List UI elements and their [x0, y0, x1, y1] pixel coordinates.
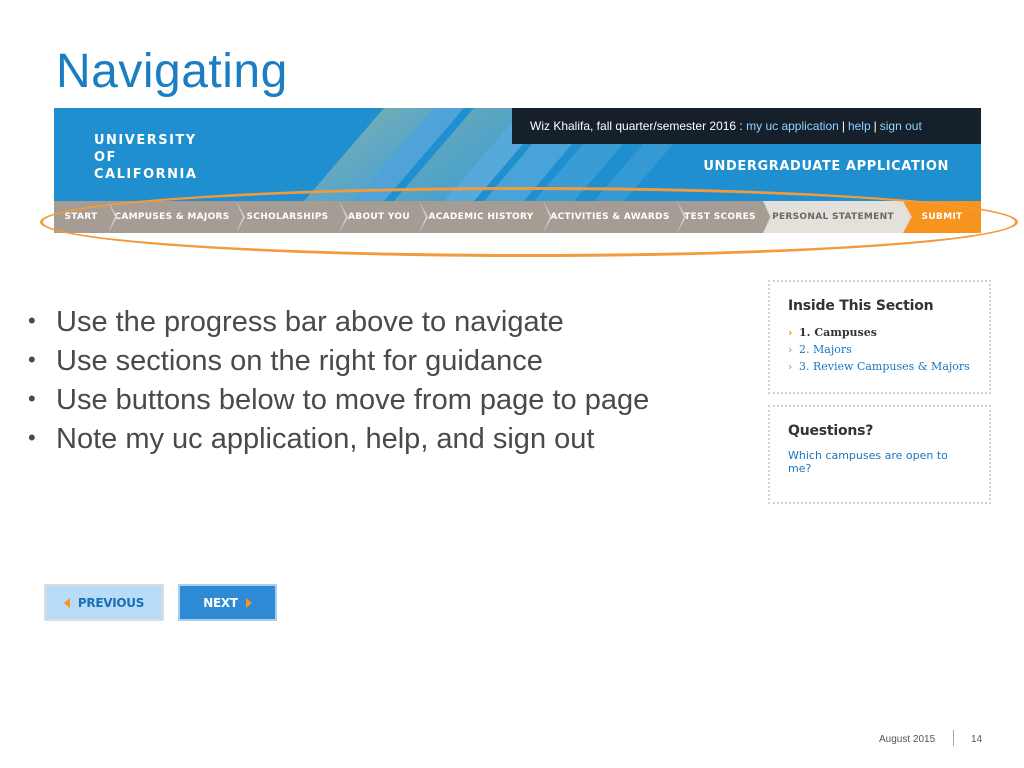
app-title: UNDERGRADUATE APPLICATION [703, 159, 949, 174]
arrow-right-icon [245, 597, 252, 608]
arrow-left-icon [63, 597, 70, 608]
previous-label: PREVIOUS [77, 595, 145, 610]
section-item-majors[interactable]: › 2. Majors [788, 341, 971, 358]
progress-step-scholarships[interactable]: SCHOLARSHIPS [236, 201, 348, 233]
logo-line: UNIVERSITY [94, 133, 197, 148]
section-item-label: 1. Campuses [799, 326, 877, 339]
bullet-item: • Note my uc application, help, and sign … [28, 419, 649, 458]
user-status-text: Wiz Khalifa, fall quarter/semester 2016 … [530, 119, 743, 133]
bullet-item: • Use the progress bar above to navigate [28, 302, 649, 341]
logo-line: CALIFORNIA [94, 167, 198, 182]
bullet-dot-icon: • [28, 347, 36, 372]
uc-logo[interactable]: UNIVERSITY OF CALIFORNIA [94, 132, 197, 183]
previous-button[interactable]: PREVIOUS [44, 584, 164, 621]
my-uc-application-link[interactable]: my uc application [746, 119, 839, 133]
inside-section-panel: Inside This Section › 1. Campuses › 2. Maj… [768, 280, 991, 394]
inside-section-title: Inside This Section [788, 298, 934, 314]
section-item-label: 3. Review Campuses & Majors [799, 360, 970, 373]
header-banner: UNIVERSITY OF CALIFORNIA Wiz Khalifa, fa… [54, 108, 981, 201]
progress-step-personal-statement[interactable]: PERSONAL STATEMENT [763, 201, 912, 233]
progress-step-about-you[interactable]: ABOUT YOU [339, 201, 428, 233]
progress-step-activities-awards[interactable]: ACTIVITIES & AWARDS [543, 201, 686, 233]
footer-divider [953, 730, 954, 746]
page-number: 14 [971, 734, 983, 745]
bullet-text: Use sections on the right for guidance [56, 345, 543, 377]
progress-step-submit[interactable]: SUBMIT [903, 201, 981, 233]
next-button[interactable]: NEXT [178, 584, 277, 621]
questions-title: Questions? [788, 423, 874, 439]
user-strip: Wiz Khalifa, fall quarter/semester 2016 … [512, 108, 981, 144]
link-separator: | [873, 119, 877, 133]
progress-step-academic-history[interactable]: ACADEMIC HISTORY [419, 201, 552, 233]
chevron-right-icon: › [788, 360, 793, 373]
help-link[interactable]: help [848, 119, 871, 133]
chevron-right-icon: › [788, 343, 793, 356]
bullet-item: • Use buttons below to move from page to … [28, 380, 649, 419]
section-item-campuses[interactable]: › 1. Campuses [788, 324, 971, 341]
section-item-label: 2. Majors [799, 343, 852, 356]
bullet-text: Use the progress bar above to navigate [56, 306, 564, 338]
campuses-open-link[interactable]: Which campuses are open to me? [788, 449, 971, 475]
footer-date: August 2015 [879, 734, 936, 745]
questions-panel: Questions? Which campuses are open to me… [768, 405, 991, 504]
next-label: NEXT [203, 595, 238, 610]
bullet-dot-icon: • [28, 386, 36, 411]
sign-out-link[interactable]: sign out [880, 119, 922, 133]
bullet-item: • Use sections on the right for guidance [28, 341, 649, 380]
bullet-dot-icon: • [28, 308, 36, 333]
link-separator: | [841, 119, 845, 133]
progress-step-campuses-majors[interactable]: CAMPUSES & MAJORS [108, 201, 245, 233]
section-list: › 1. Campuses › 2. Majors › 3. Review Campu… [788, 324, 971, 375]
progress-step-test-scores[interactable]: TEST SCORES [677, 201, 772, 233]
section-item-review[interactable]: › 3. Review Campuses & Majors [788, 358, 971, 375]
bullet-list: • Use the progress bar above to navigate … [28, 302, 649, 458]
logo-line: OF [94, 150, 117, 165]
chevron-right-icon: › [788, 326, 793, 339]
bullet-text: Use buttons below to move from page to p… [56, 384, 650, 416]
progress-bar: START CAMPUSES & MAJORS SCHOLARSHIPS ABO… [54, 201, 981, 233]
progress-step-start[interactable]: START [54, 201, 117, 233]
bullet-dot-icon: • [28, 425, 36, 450]
bullet-text: Note my uc application, help, and sign o… [56, 423, 595, 455]
slide-title: Navigating [56, 45, 288, 98]
